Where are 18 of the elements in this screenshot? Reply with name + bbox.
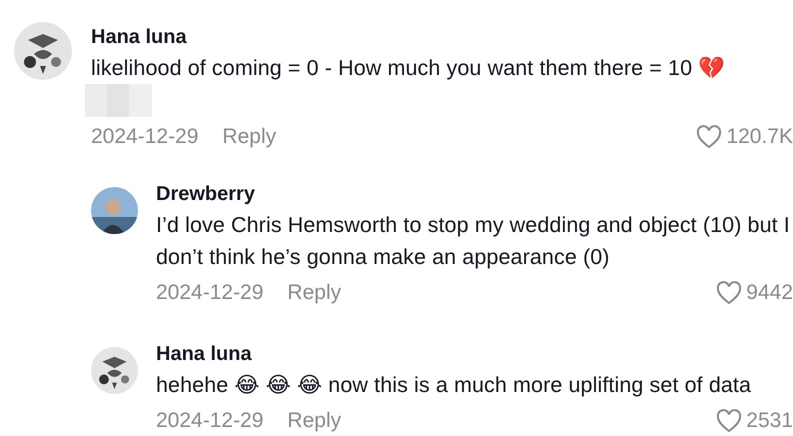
username[interactable]: Drewberry	[156, 179, 255, 209]
like-count: 120.7K	[726, 125, 793, 149]
comment-date: 2024-12-29	[156, 281, 264, 305]
comment-text: hehehe 😂 😂 😂 now this is a much more uplifting set of data	[156, 372, 752, 399]
avatar[interactable]	[91, 347, 138, 394]
comment-text: I’d love Chris Hemsworth to stop my wedding and object (10) but I don’t think he’s gonna make an appearance (0)	[156, 212, 791, 271]
comment-date: 2024-12-29	[156, 409, 264, 433]
avatar[interactable]	[91, 187, 138, 234]
heart-icon[interactable]	[716, 281, 742, 305]
username[interactable]: Hana luna	[156, 339, 252, 369]
like-count: 9442	[746, 281, 793, 305]
heart-icon[interactable]	[716, 409, 742, 433]
like-count: 2531	[746, 409, 793, 433]
comment-date: 2024-12-29	[91, 125, 198, 149]
heart-icon[interactable]	[696, 125, 722, 149]
username[interactable]: Hana luna	[91, 22, 187, 52]
comment-text: likelihood of coming = 0 - How much you want them there = 10 💔	[91, 55, 726, 82]
avatar[interactable]	[14, 22, 72, 80]
